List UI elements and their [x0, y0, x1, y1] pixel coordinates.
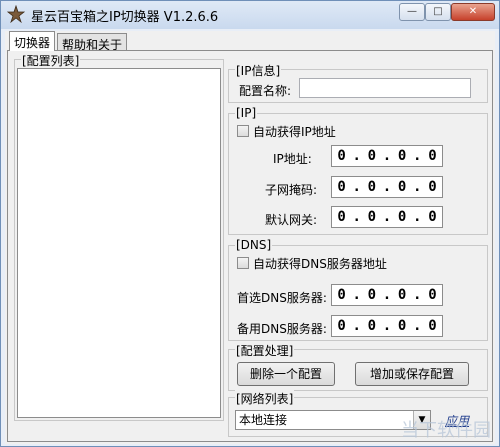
gateway-octet: 0 — [367, 209, 377, 225]
ip-address-input[interactable]: 0. 0. 0. 0 — [331, 145, 443, 167]
primary-dns-octet: 0 — [367, 287, 377, 303]
maximize-button[interactable]: □ — [425, 3, 451, 21]
subnet-mask-octet: 0 — [337, 179, 346, 195]
network-select-value: 本地连接 — [239, 413, 288, 427]
auto-dns-label[interactable]: 自动获得DNS服务器地址 — [253, 255, 387, 272]
subnet-mask-octet: 0 — [428, 179, 437, 195]
close-button[interactable]: ✕ — [451, 3, 495, 21]
subnet-mask-label: 子网掩码: — [265, 183, 318, 197]
window-title: 星云百宝箱之IP切换器 V1.2.6.6 — [31, 10, 219, 25]
ip-info-legend: [IP信息] — [235, 62, 282, 79]
primary-dns-input[interactable]: 0. 0. 0. 0 — [331, 284, 443, 306]
app-window: 星云百宝箱之IP切换器 V1.2.6.6 — □ ✕ 切换器 帮助和关于 [配置… — [0, 0, 500, 447]
network-list-legend: [网络列表] — [235, 390, 295, 407]
tab-help-about[interactable]: 帮助和关于 — [57, 33, 128, 52]
save-config-button[interactable]: 增加或保存配置 — [355, 362, 469, 386]
subnet-mask-input[interactable]: 0. 0. 0. 0 — [331, 176, 443, 198]
auto-ip-checkbox[interactable] — [237, 125, 249, 137]
secondary-dns-input[interactable]: 0. 0. 0. 0 — [331, 315, 443, 337]
primary-dns-octet: 0 — [337, 287, 346, 303]
ip-address-octet: 0 — [337, 148, 346, 164]
config-name-input[interactable] — [299, 78, 471, 98]
config-listbox[interactable] — [17, 68, 221, 418]
secondary-dns-octet: 0 — [367, 318, 377, 334]
auto-dns-checkbox[interactable] — [237, 257, 249, 269]
ip-address-octet: 0 — [428, 148, 437, 164]
config-list-legend: [配置列表] — [21, 52, 81, 69]
app-logo-icon — [7, 5, 25, 23]
config-actions-legend: [配置处理] — [235, 342, 295, 359]
client-area: 切换器 帮助和关于 [配置列表] [IP信息] 配置名称: [IP] 自动获得I… — [5, 31, 495, 444]
gateway-label: 默认网关: — [265, 213, 318, 227]
config-name-label: 配置名称: — [239, 84, 292, 98]
gateway-octet: 0 — [397, 209, 407, 225]
tab-switcher[interactable]: 切换器 — [9, 31, 56, 51]
watermark: 当下软件园 — [401, 420, 491, 441]
primary-dns-octet: 0 — [428, 287, 437, 303]
secondary-dns-octet: 0 — [397, 318, 407, 334]
primary-dns-label: 首选DNS服务器: — [237, 291, 327, 305]
auto-ip-label[interactable]: 自动获得IP地址 — [253, 123, 336, 140]
ip-address-octet: 0 — [397, 148, 407, 164]
switcher-panel: [配置列表] [IP信息] 配置名称: [IP] 自动获得IP地址 IP地址: … — [7, 50, 493, 442]
minimize-button[interactable]: — — [399, 3, 425, 21]
ip-address-octet: 0 — [367, 148, 377, 164]
subnet-mask-octet: 0 — [367, 179, 377, 195]
gateway-octet: 0 — [337, 209, 346, 225]
dns-legend: [DNS] — [235, 238, 273, 252]
title-bar[interactable]: 星云百宝箱之IP切换器 V1.2.6.6 — □ ✕ — [1, 1, 499, 29]
ip-info-group: [IP信息] 配置名称: — [228, 62, 488, 103]
secondary-dns-octet: 0 — [337, 318, 346, 334]
primary-dns-octet: 0 — [397, 287, 407, 303]
delete-config-button[interactable]: 删除一个配置 — [237, 362, 335, 386]
gateway-input[interactable]: 0. 0. 0. 0 — [331, 206, 443, 228]
gateway-octet: 0 — [428, 209, 437, 225]
subnet-mask-octet: 0 — [397, 179, 407, 195]
config-list-group: [配置列表] — [14, 52, 224, 421]
ip-group: [IP] 自动获得IP地址 IP地址: 0. 0. 0. 0 子网掩码: 0. … — [228, 106, 488, 235]
ip-address-label: IP地址: — [273, 152, 312, 166]
secondary-dns-label: 备用DNS服务器: — [237, 322, 327, 336]
config-actions-group: [配置处理] 删除一个配置 增加或保存配置 — [228, 342, 488, 391]
secondary-dns-octet: 0 — [428, 318, 437, 334]
ip-legend: [IP] — [235, 106, 258, 120]
dns-group: [DNS] 自动获得DNS服务器地址 首选DNS服务器: 0. 0. 0. 0 … — [228, 238, 488, 341]
